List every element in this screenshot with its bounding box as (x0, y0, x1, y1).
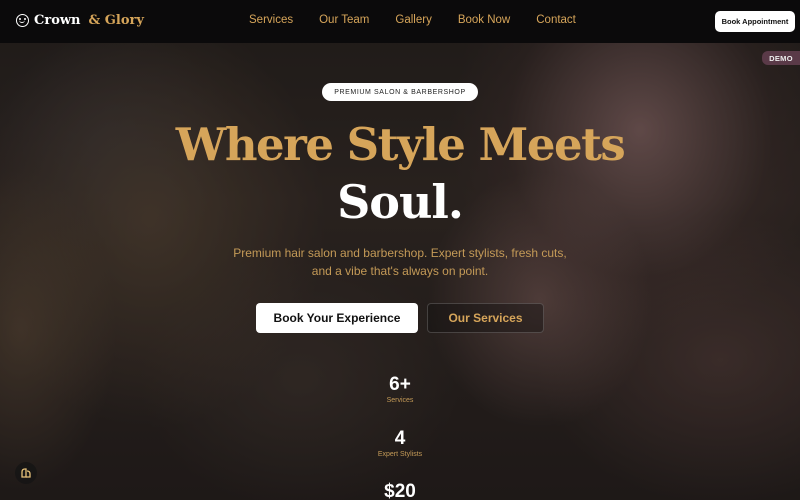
stat-stylists: 4 Expert Stylists (350, 428, 450, 458)
our-services-button[interactable]: Our Services (427, 303, 544, 333)
stat-services: 6+ Services (350, 374, 450, 404)
hero-title-line2: Soul. (337, 175, 464, 229)
logo-accent: & Glory (88, 13, 144, 28)
hero-tagline-pill: PREMIUM SALON & BARBERSHOP (322, 83, 478, 101)
nav-link-contact[interactable]: Contact (536, 14, 576, 26)
logo[interactable]: Crown & Glory (16, 13, 144, 28)
hero-title-line1: Where Style Meets (175, 118, 626, 171)
hero-subtitle-line1: Premium hair salon and barbershop. Exper… (233, 246, 567, 260)
book-appointment-button[interactable]: Book Appointment (715, 11, 795, 32)
stat-value: 4 (394, 428, 406, 449)
builder-badge-icon[interactable] (15, 462, 37, 484)
stat-value: $20 (384, 481, 416, 500)
nav-link-our-team[interactable]: Our Team (319, 14, 369, 26)
demo-badge: DEMO (762, 51, 800, 65)
stat-value: 6+ (389, 374, 411, 395)
stat-label: Services (386, 397, 414, 404)
site-header: Crown & Glory Services Our Team Gallery … (0, 0, 800, 43)
book-experience-button[interactable]: Book Your Experience (256, 303, 418, 333)
main-nav: Services Our Team Gallery Book Now Conta… (249, 14, 602, 26)
nav-link-gallery[interactable]: Gallery (395, 14, 431, 26)
stat-label: Expert Stylists (377, 451, 423, 458)
builder-badge-glyph (21, 468, 31, 478)
stat-price: $20 (350, 481, 450, 500)
hero-subtitle-line2: and a vibe that's always on point. (311, 264, 489, 278)
nav-link-services[interactable]: Services (249, 14, 293, 26)
logo-name: Crown (34, 13, 81, 28)
smiley-icon (16, 14, 29, 27)
nav-link-book-now[interactable]: Book Now (458, 14, 510, 26)
